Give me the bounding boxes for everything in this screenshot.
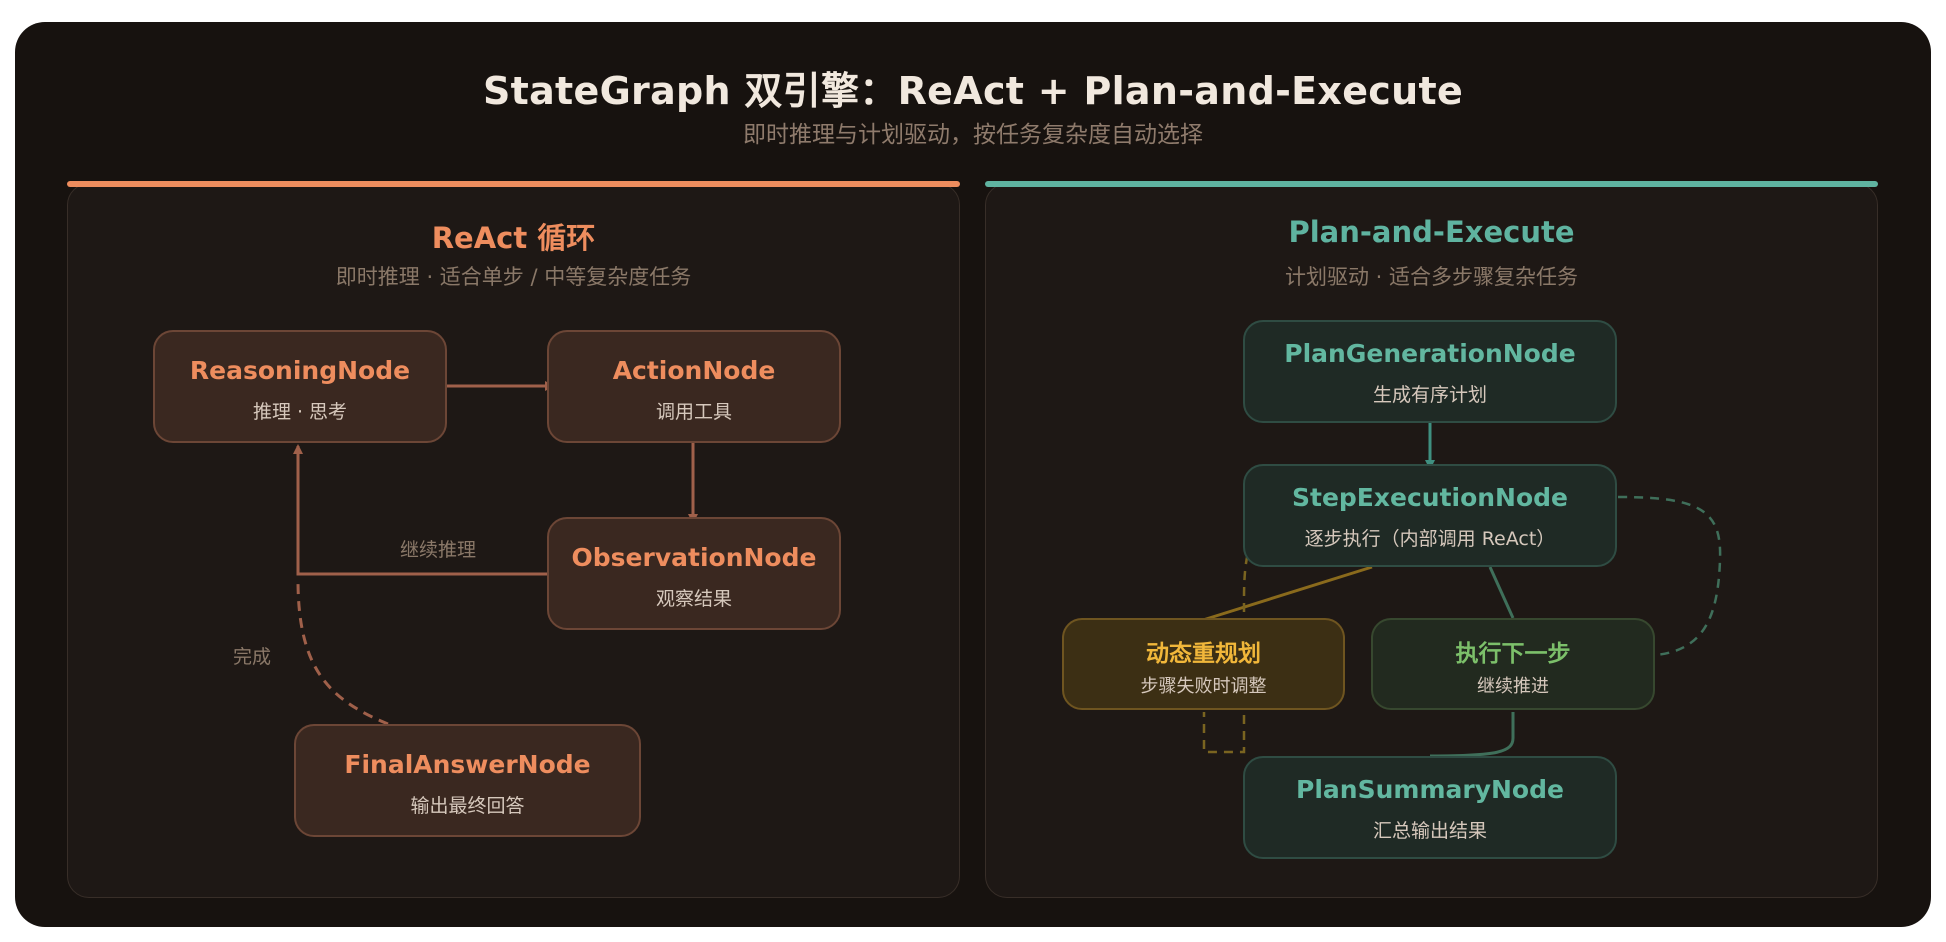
reasoning-node-subtitle: 推理 · 思考	[252, 401, 348, 423]
page-subtitle: 即时推理与计划驱动，按任务复杂度自动选择	[743, 122, 1203, 148]
page-title: StateGraph 双引擎：ReAct + Plan-and-Execute	[482, 69, 1464, 113]
step-execution-node-title: StepExecutionNode	[1291, 483, 1569, 512]
plan-panel-title: Plan-and-Execute	[1288, 215, 1575, 249]
replan-node-subtitle: 步骤失败时调整	[1140, 676, 1267, 697]
plan-generation-node-subtitle: 生成有序计划	[1372, 384, 1487, 406]
final-answer-node-title: FinalAnswerNode	[344, 750, 591, 779]
reasoning-node: ReasoningNode 推理 · 思考	[153, 330, 447, 443]
next-step-node: 执行下一步 继续推进	[1371, 618, 1655, 710]
final-answer-node: FinalAnswerNode 输出最终回答	[294, 724, 641, 837]
step-execution-node: StepExecutionNode 逐步执行（内部调用 ReAct）	[1243, 464, 1617, 567]
step-execution-node-subtitle: 逐步执行（内部调用 ReAct）	[1304, 528, 1556, 550]
edge-label-continue: 继续推理	[400, 539, 477, 561]
plan-summary-node-title: PlanSummaryNode	[1296, 775, 1564, 804]
plan-summary-node: PlanSummaryNode 汇总输出结果	[1243, 756, 1617, 859]
plan-panel-subtitle: 计划驱动 · 适合多步骤复杂任务	[1284, 265, 1579, 289]
action-node-subtitle: 调用工具	[655, 401, 732, 423]
plan-panel-accent-bar	[985, 181, 1878, 187]
observation-node-subtitle: 观察结果	[655, 588, 732, 610]
react-panel-accent-bar	[67, 181, 960, 187]
replan-node-title: 动态重规划	[1146, 641, 1261, 667]
action-node: ActionNode 调用工具	[547, 330, 841, 443]
reasoning-node-title: ReasoningNode	[189, 356, 411, 385]
next-step-node-subtitle: 继续推进	[1477, 676, 1549, 697]
edge-label-done: 完成	[233, 646, 272, 668]
plan-generation-node-title: PlanGenerationNode	[1284, 339, 1576, 368]
react-panel-title: ReAct 循环	[431, 221, 596, 255]
final-answer-node-subtitle: 输出最终回答	[410, 795, 525, 817]
observation-node: ObservationNode 观察结果	[547, 517, 841, 630]
replan-node: 动态重规划 步骤失败时调整	[1062, 618, 1345, 710]
next-step-node-title: 执行下一步	[1455, 641, 1571, 667]
plan-generation-node: PlanGenerationNode 生成有序计划	[1243, 320, 1617, 423]
react-panel-subtitle: 即时推理 · 适合单步 / 中等复杂度任务	[335, 265, 692, 289]
plan-summary-node-subtitle: 汇总输出结果	[1372, 820, 1487, 842]
action-node-title: ActionNode	[612, 356, 776, 385]
observation-node-title: ObservationNode	[571, 543, 817, 572]
